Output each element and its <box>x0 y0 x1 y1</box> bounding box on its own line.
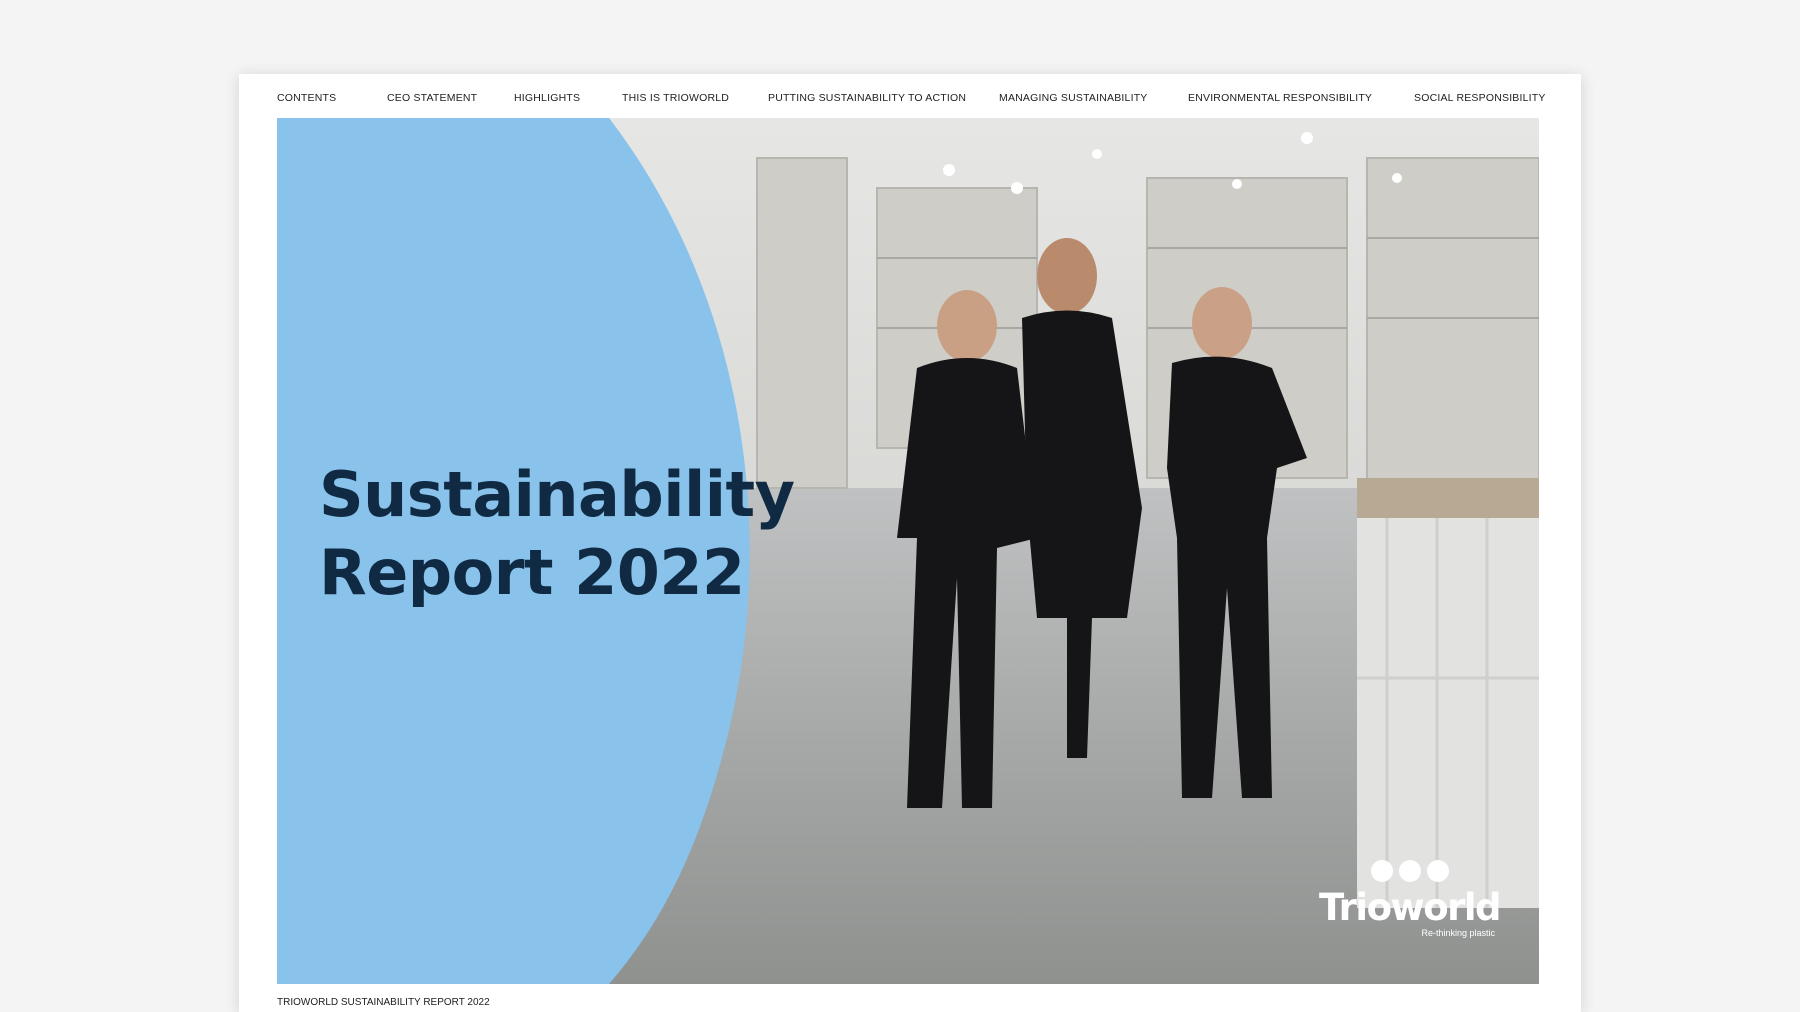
title-line-1: Sustainability <box>319 458 795 531</box>
top-navigation: CONTENTS CEO STATEMENT HIGHLIGHTS THIS I… <box>239 74 1581 118</box>
nav-contents[interactable]: CONTENTS <box>277 92 336 104</box>
title-line-2: Report 2022 <box>319 536 745 609</box>
nav-this-is-trioworld[interactable]: THIS IS TRIOWORLD <box>622 92 729 104</box>
nav-environmental-responsibility[interactable]: ENVIRONMENTAL RESPONSIBILITY <box>1188 92 1372 104</box>
logo-tagline: Re-thinking plastic <box>1421 928 1495 938</box>
trioworld-logo: Trioworld Re-thinking plastic <box>1319 860 1509 940</box>
report-title: Sustainability Report 2022 <box>319 456 795 612</box>
nav-social-responsibility[interactable]: SOCIAL RESPONSIBILITY <box>1414 92 1546 104</box>
report-page: CONTENTS CEO STATEMENT HIGHLIGHTS THIS I… <box>239 74 1581 1012</box>
nav-managing-sustainability[interactable]: MANAGING SUSTAINABILITY <box>999 92 1148 104</box>
nav-ceo-statement[interactable]: CEO STATEMENT <box>387 92 477 104</box>
cover-image: Sustainability Report 2022 Trioworld Re-… <box>277 118 1539 984</box>
nav-putting-sustainability-to-action[interactable]: PUTTING SUSTAINABILITY TO ACTION <box>768 92 966 104</box>
nav-highlights[interactable]: HIGHLIGHTS <box>514 92 580 104</box>
page-footer: TRIOWORLD SUSTAINABILITY REPORT 2022 <box>277 997 490 1008</box>
logo-wordmark: Trioworld <box>1319 886 1502 929</box>
logo-dots-icon <box>1371 860 1455 887</box>
